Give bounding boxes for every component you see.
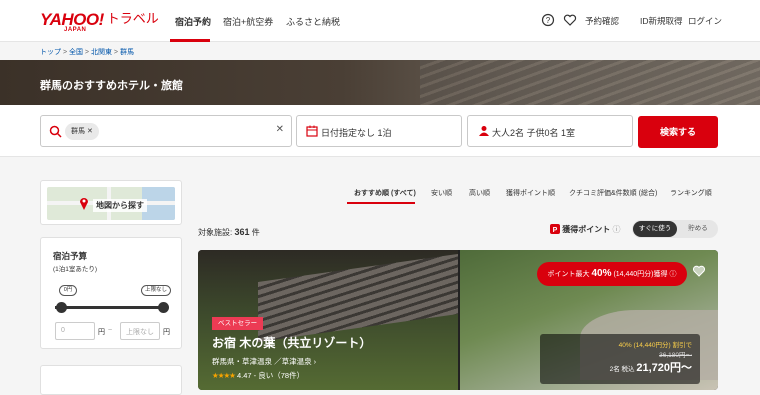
heart-icon[interactable] (563, 13, 577, 27)
map-search-box[interactable]: 地図から探す (40, 180, 182, 225)
reservation-check-link[interactable]: 予約確認 (585, 15, 619, 27)
site-header: YAHOO! トラベル JAPAN 宿泊予約 宿泊+航空券 ふるさと納税 ? 予約… (0, 0, 760, 42)
login-link[interactable]: ログイン (688, 15, 722, 27)
guests-value: 大人2名 子供0名 1室 (492, 128, 576, 138)
sort-cheap[interactable]: 安い順 (431, 188, 452, 198)
max-price-pill: 上限なし (141, 285, 171, 296)
points-promo-badge: ポイント最大 40% (14,440円分)獲得 ⓘ (537, 262, 687, 286)
map-thumbnail: 地図から探す (47, 187, 175, 220)
points-info-icon[interactable]: ⓘ (612, 225, 620, 234)
active-tab-indicator (170, 39, 210, 42)
person-icon (479, 126, 489, 136)
date-input[interactable]: 日付指定なし 1泊 (296, 115, 462, 147)
discount-text: 40% (14,440円分) 割引で (618, 342, 692, 349)
price-line: 2名 税込 21,720円〜 (548, 359, 692, 375)
price-box: 40% (14,440円分) 割引で 36,180円〜 2名 税込 21,720… (540, 334, 700, 384)
search-icon (49, 125, 62, 138)
logo-japan: JAPAN (64, 27, 87, 33)
favorite-heart-icon[interactable] (692, 264, 706, 278)
hotel-name[interactable]: お宿 木の葉（共立リゾート） (212, 334, 371, 351)
budget-title: 宿泊予算 (53, 251, 88, 261)
min-price-pill: 0円 (59, 285, 77, 296)
area-chip-label: 群馬 (71, 128, 85, 135)
svg-text:P: P (553, 227, 558, 234)
next-filter-box (40, 365, 182, 395)
result-count-value: 361 (234, 227, 250, 237)
result-count-label: 対象施設: (198, 228, 233, 237)
breadcrumb: トップ > 全国 > 北関東 > 群馬 (40, 49, 134, 56)
result-count: 対象施設: 361 件 (198, 227, 260, 238)
breadcrumb-kitakanto[interactable]: 北関東 (91, 49, 112, 56)
points-toggle[interactable]: すぐに使う 貯める (632, 220, 718, 238)
range-tilde: ~ (108, 327, 113, 334)
calendar-icon (306, 125, 318, 137)
yahoo-travel-logo[interactable]: YAHOO! トラベル JAPAN (40, 10, 159, 34)
page-title: 群馬のおすすめホテル・旅館 (40, 80, 183, 92)
points-label: P 獲得ポイント ⓘ (550, 224, 620, 235)
area-chip[interactable]: 群馬 ✕ (65, 123, 99, 140)
price-value: 21,720円〜 (636, 362, 692, 374)
sort-points[interactable]: 獲得ポイント順 (506, 188, 555, 198)
price-prefix: 2名 税込 (609, 366, 635, 373)
rating-stars: ★★★★ (212, 371, 236, 380)
help-icon[interactable]: ? (541, 13, 555, 27)
hotel-location[interactable]: 群馬県・草津温泉 ／草津温泉 › (212, 356, 316, 367)
breadcrumb-top[interactable]: トップ (40, 49, 61, 56)
sort-reviews[interactable]: クチコミ評価&件数順 (総合) (569, 188, 657, 198)
original-price: 36,180円〜 (659, 352, 692, 359)
clear-icon[interactable]: ✕ (276, 124, 284, 135)
budget-slider-min-handle[interactable] (56, 302, 67, 313)
max-price-input[interactable]: 上限なし (120, 322, 160, 340)
max-yen-label: 円 (163, 329, 170, 336)
tab-furusato[interactable]: ふるさと納税 (286, 15, 340, 28)
promo-prefix: ポイント最大 (547, 271, 590, 278)
date-value: 日付指定なし 1泊 (321, 128, 392, 138)
hotel-rating: ★★★★ 4.47 - 良い（78件） (212, 370, 304, 381)
budget-filter: 宿泊予算 (1泊1室あたり) 0円 上限なし 0 円 ~ 上限なし 円 (40, 237, 182, 349)
budget-subtitle: (1泊1室あたり) (53, 266, 98, 273)
use-now-option[interactable]: すぐに使う (633, 221, 677, 237)
breadcrumb-all[interactable]: 全国 (69, 49, 83, 56)
chip-remove-icon[interactable]: ✕ (87, 128, 93, 135)
sort-ranking[interactable]: ランキング順 (670, 188, 712, 198)
tab-hotel-flight[interactable]: 宿泊+航空券 (223, 15, 273, 28)
hero-roof-image (420, 60, 760, 105)
tab-hotel-reservation[interactable]: 宿泊予約 (175, 15, 211, 28)
map-search-label: 地図から探す (93, 199, 147, 212)
logo-travel: トラベル (106, 11, 159, 26)
sort-expensive[interactable]: 高い順 (469, 188, 490, 198)
points-label-text: 獲得ポイント (562, 225, 611, 234)
budget-slider-track[interactable] (55, 306, 167, 309)
svg-text:?: ? (546, 16, 551, 25)
promo-info-icon[interactable]: ⓘ (669, 271, 676, 278)
save-points-option[interactable]: 貯める (680, 221, 716, 237)
result-count-unit: 件 (251, 228, 260, 237)
points-icon: P (550, 224, 560, 234)
area-input[interactable]: 群馬 ✕ ✕ (40, 115, 292, 147)
min-yen-label: 円 (98, 329, 105, 336)
bestseller-badge: ベストセラー (212, 317, 264, 330)
breadcrumb-gunma[interactable]: 群馬 (120, 49, 134, 56)
promo-suffix: (14,440円分)獲得 (613, 271, 668, 278)
signup-link[interactable]: ID新規取得 (640, 15, 683, 27)
rating-text: 4.47 - 良い（78件） (237, 371, 305, 380)
hero-banner: 群馬のおすすめホテル・旅館 (0, 60, 760, 105)
min-price-input[interactable]: 0 (55, 322, 95, 340)
promo-percent: 40% (591, 268, 612, 279)
guests-input[interactable]: 大人2名 子供0名 1室 (467, 115, 633, 147)
map-pin-icon (80, 198, 88, 210)
active-sort-indicator (347, 202, 415, 204)
sort-recommended[interactable]: おすすめ順 (すべて) (354, 188, 416, 198)
search-button[interactable]: 検索する (638, 116, 718, 148)
budget-slider-max-handle[interactable] (158, 302, 169, 313)
